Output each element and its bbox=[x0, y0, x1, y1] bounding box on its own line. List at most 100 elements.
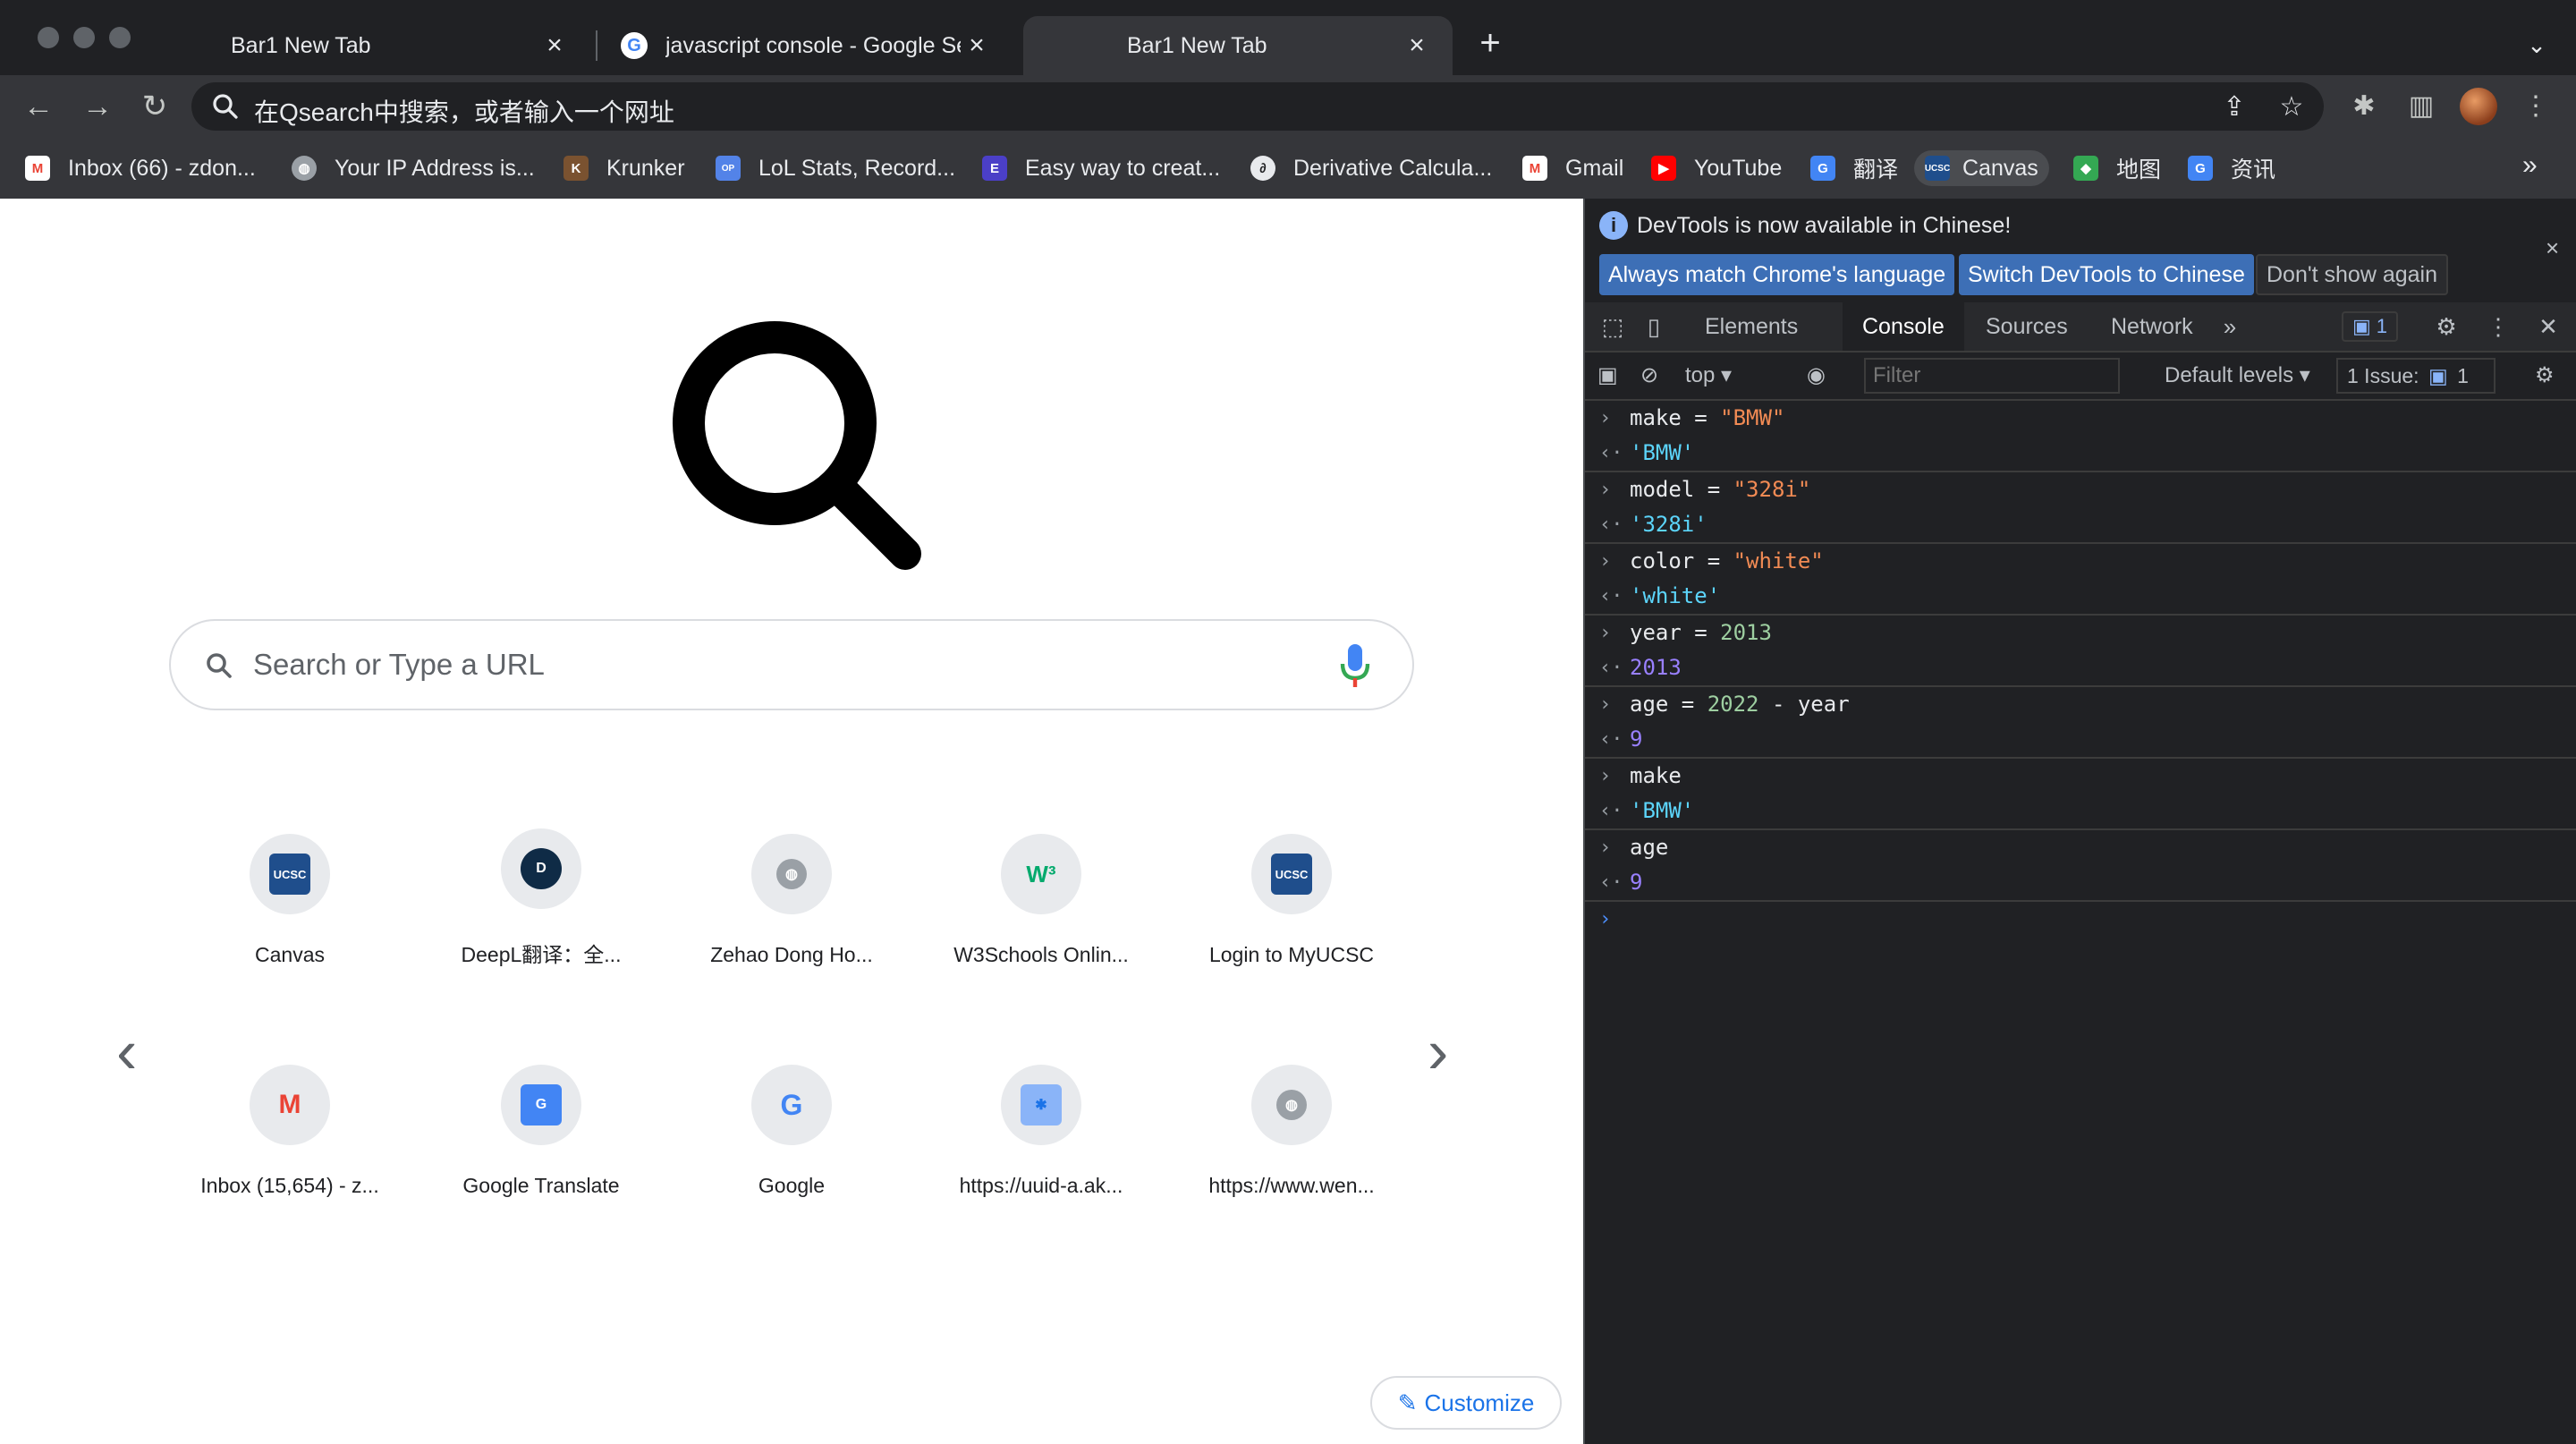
reload-icon[interactable]: ↻ bbox=[134, 86, 175, 127]
customize-button[interactable]: ✎ Customize bbox=[1370, 1376, 1562, 1430]
shortcut-tile-canvas[interactable]: UCSC Canvas bbox=[200, 834, 379, 967]
bookmarks-overflow-chevron-icon[interactable]: » bbox=[2522, 150, 2538, 181]
info-icon: i bbox=[1599, 211, 1628, 240]
console-issues-button[interactable]: 1 Issue: ▣ 1 bbox=[2336, 358, 2496, 394]
tab-close-icon[interactable]: × bbox=[538, 30, 571, 61]
live-expression-eye-icon[interactable]: ◉ bbox=[1807, 361, 1826, 391]
shortcut-tile-wen[interactable]: ◍ https://www.wen... bbox=[1202, 1065, 1381, 1198]
tab-bar1-new-tab-active[interactable]: Bar1 New Tab × bbox=[1023, 16, 1453, 75]
console-result-row[interactable]: ‹· 9 bbox=[1585, 865, 2576, 900]
settings-gear-icon[interactable]: ⚙ bbox=[2431, 311, 2462, 342]
profile-avatar[interactable] bbox=[2460, 88, 2497, 125]
issues-counter-badge[interactable]: ▣ 1 bbox=[2342, 311, 2399, 342]
console-result-row[interactable]: ‹· 'BMW' bbox=[1585, 794, 2576, 828]
bookmark-derivative[interactable]: ∂ Derivative Calcula... bbox=[1250, 150, 1492, 186]
tile-label: Zehao Dong Ho... bbox=[710, 943, 873, 966]
window-minimize-dot[interactable] bbox=[73, 27, 95, 48]
bookmark-translate[interactable]: G 翻译 bbox=[1810, 150, 1898, 186]
shortcut-tile-deepl[interactable]: D DeepL翻译：全... bbox=[452, 828, 631, 968]
bookmark-canvas[interactable]: UCSC Canvas bbox=[1914, 150, 2049, 186]
switch-devtools-chinese-button[interactable]: Switch DevTools to Chinese bbox=[1959, 254, 2254, 295]
side-panel-icon[interactable]: ▥ bbox=[2401, 86, 2442, 127]
tab-network[interactable]: Network bbox=[2091, 302, 2213, 351]
tab-title: Bar1 New Tab bbox=[1127, 32, 1267, 58]
puzzle-icon: ✱ bbox=[1021, 1084, 1062, 1125]
search-icon bbox=[207, 653, 232, 678]
console-input-row[interactable]: › age bbox=[1585, 830, 2576, 865]
console-input-token: "328i" bbox=[1733, 477, 1811, 502]
devtools-close-icon[interactable]: ✕ bbox=[2533, 311, 2563, 342]
shortcuts-prev-chevron-icon[interactable]: ‹ bbox=[116, 1020, 137, 1083]
address-bar[interactable]: 在Qsearch中搜索，或者输入一个网址 ⇪ ☆ bbox=[191, 82, 2324, 131]
shortcuts-next-chevron-icon[interactable]: › bbox=[1428, 1020, 1448, 1083]
console-input-token: 2013 bbox=[1720, 620, 1772, 645]
console-result-row[interactable]: ‹· 'white' bbox=[1585, 579, 2576, 614]
dont-show-again-button[interactable]: Don't show again bbox=[2256, 254, 2449, 295]
devtools-menu-icon[interactable]: ⋮ bbox=[2483, 311, 2513, 342]
extensions-puzzle-icon[interactable]: ✱ bbox=[2343, 86, 2385, 127]
tab-search-chevron-icon[interactable]: ⌄ bbox=[2519, 27, 2555, 63]
console-input-row[interactable]: › make = "BMW" bbox=[1585, 401, 2576, 436]
shortcut-tile-w3schools[interactable]: W³ W3Schools Onlin... bbox=[952, 834, 1131, 967]
device-toolbar-icon[interactable]: ▯ bbox=[1639, 311, 1669, 342]
inspect-element-icon[interactable]: ⬚ bbox=[1597, 311, 1628, 342]
forward-arrow-icon[interactable]: → bbox=[77, 86, 118, 127]
tab-console[interactable]: Console bbox=[1843, 302, 1964, 351]
bookmark-easy-way[interactable]: E Easy way to creat... bbox=[982, 150, 1220, 186]
tile-icon-circle: ◍ bbox=[1251, 1065, 1332, 1145]
console-sidebar-icon[interactable]: ▣ bbox=[1597, 361, 1618, 391]
console-input-row[interactable]: › make bbox=[1585, 759, 2576, 794]
console-input-row[interactable]: › model = "328i" bbox=[1585, 472, 2576, 507]
shortcut-tile-zehao[interactable]: ◍ Zehao Dong Ho... bbox=[702, 834, 881, 967]
tab-separator bbox=[596, 30, 597, 61]
tab-javascript-console[interactable]: G javascript console - Google Se × bbox=[601, 16, 1013, 75]
new-tab-plus-icon[interactable]: + bbox=[1470, 23, 1510, 63]
bookmark-lol-stats[interactable]: OP LoL Stats, Record... bbox=[716, 150, 955, 186]
context-selector[interactable]: top ▾ bbox=[1685, 361, 1732, 391]
window-zoom-dot[interactable] bbox=[109, 27, 131, 48]
microphone-icon[interactable] bbox=[1337, 642, 1373, 689]
clear-console-icon[interactable]: ⊘ bbox=[1640, 361, 1658, 391]
browser-menu-icon[interactable]: ⋮ bbox=[2515, 86, 2556, 127]
input-chevron-icon: › bbox=[1599, 837, 1612, 859]
console-result-row[interactable]: ‹· 9 bbox=[1585, 722, 2576, 757]
always-match-language-button[interactable]: Always match Chrome's language bbox=[1599, 254, 1955, 295]
shortcut-tile-google[interactable]: G Google bbox=[702, 1065, 881, 1198]
shortcut-tile-google-translate[interactable]: G Google Translate bbox=[452, 1065, 631, 1198]
shortcut-tile-myucsc[interactable]: UCSC Login to MyUCSC bbox=[1202, 834, 1381, 967]
bookmark-ip-address[interactable]: ◍ Your IP Address is... bbox=[292, 150, 535, 186]
bookmark-inbox[interactable]: M Inbox (66) - zdon... bbox=[25, 150, 256, 186]
console-prompt[interactable]: › bbox=[1585, 902, 2576, 937]
console-result-row[interactable]: ‹· 2013 bbox=[1585, 650, 2576, 685]
tab-elements[interactable]: Elements bbox=[1685, 302, 1818, 351]
console-settings-gear-icon[interactable]: ⚙ bbox=[2535, 361, 2555, 391]
console-input-row[interactable]: › color = "white" bbox=[1585, 544, 2576, 579]
console-result-row[interactable]: ‹· '328i' bbox=[1585, 507, 2576, 542]
log-levels-dropdown[interactable]: Default levels ▾ bbox=[2165, 361, 2310, 391]
console-result-row[interactable]: ‹· 'BMW' bbox=[1585, 436, 2576, 471]
infobar-close-icon[interactable]: × bbox=[2546, 234, 2559, 262]
window-close-dot[interactable] bbox=[38, 27, 59, 48]
youtube-icon: ▶ bbox=[1651, 156, 1676, 181]
ntp-search-box[interactable]: Search or Type a URL bbox=[169, 619, 1414, 710]
bookmark-star-icon[interactable]: ☆ bbox=[2274, 89, 2309, 125]
bookmark-maps[interactable]: ◆ 地图 bbox=[2073, 150, 2161, 186]
tab-bar1-new-tab-1[interactable]: Bar1 New Tab × bbox=[211, 16, 590, 75]
shortcut-tile-uuid[interactable]: ✱ https://uuid-a.ak... bbox=[952, 1065, 1131, 1198]
share-icon[interactable]: ⇪ bbox=[2216, 89, 2252, 125]
bookmark-youtube[interactable]: ▶ YouTube bbox=[1651, 150, 1782, 186]
console-filter-input[interactable] bbox=[1864, 358, 2120, 394]
tab-close-icon[interactable]: × bbox=[1401, 30, 1433, 61]
shortcut-tile-inbox[interactable]: M Inbox (15,654) - z... bbox=[200, 1065, 379, 1198]
bookmark-gmail[interactable]: M Gmail bbox=[1522, 150, 1623, 186]
tab-close-icon[interactable]: × bbox=[961, 30, 993, 61]
console-input-row[interactable]: › age = 2022 - year bbox=[1585, 687, 2576, 722]
tab-sources[interactable]: Sources bbox=[1966, 302, 2088, 351]
console-entry: › color = "white" ‹· 'white' bbox=[1585, 544, 2576, 616]
more-tabs-chevron-icon[interactable]: » bbox=[2215, 311, 2245, 342]
console-input-row[interactable]: › year = 2013 bbox=[1585, 616, 2576, 650]
back-arrow-icon[interactable]: ← bbox=[18, 86, 59, 127]
bookmark-krunker[interactable]: K Krunker bbox=[564, 150, 685, 186]
bookmark-news[interactable]: G 资讯 bbox=[2188, 150, 2275, 186]
console-input-token: model = bbox=[1630, 477, 1733, 502]
